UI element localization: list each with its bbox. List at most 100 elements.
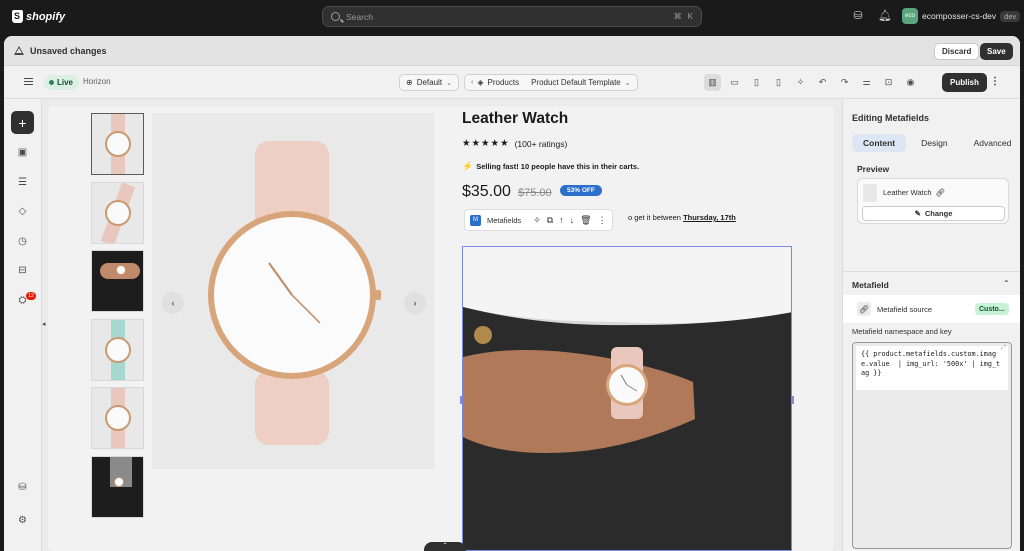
tablet-view-icon[interactable]: ▯ [748,74,765,91]
page-selector[interactable]: ‹ ◈ Products Product Default Template ⌄ [464,74,638,91]
chevron-down-icon: ⌄ [624,79,631,87]
watch-shape [104,405,131,431]
products-icon: ◈ [477,78,484,87]
thumbnail-2[interactable] [91,181,144,244]
redo-icon[interactable]: ↷ [836,74,853,91]
metafield-image-block[interactable] [462,246,792,551]
chevron-down-icon: ⌄ [446,79,452,87]
resize-handle-right[interactable] [791,396,794,404]
mobile-view-icon[interactable]: ▯ [770,74,787,91]
bottom-drawer-toggle[interactable]: ⌃ [424,542,466,551]
more-vertical-icon[interactable]: ⋮ [598,215,607,226]
watch-illustration [208,141,381,445]
thumbnail-5[interactable] [91,387,144,449]
sections-icon[interactable]: ▣ [16,146,29,159]
resize-handle-left[interactable] [460,396,463,404]
thumbnail-4[interactable] [91,318,144,381]
code-text[interactable]: {{ product.metafields.custom.image.value… [856,346,1008,390]
magic-icon[interactable]: ✧ [792,74,809,91]
duplicate-icon[interactable]: ⧉ [547,215,553,226]
search-icon [331,12,340,21]
add-section-button[interactable]: + [11,111,34,134]
block-toolbar-label: Metafields [487,215,522,225]
template-selector[interactable]: ⊕ Default ⌄ [399,74,459,91]
move-down-icon[interactable]: ↓ [570,215,575,226]
pencil-icon: ✎ [914,209,921,218]
shipping-text: o get it between [628,213,681,222]
sidebar-toggle-icon[interactable]: ▥ [704,74,721,91]
watch-shape [116,265,126,275]
env-badge: dev [1000,10,1021,22]
preview-card: Leather Watch 🔗︎ ✎ Change [857,178,1009,224]
preview-section-label: Preview [857,164,890,174]
shipping-date: Thursday, 17th [683,213,736,222]
link-icon: 🔗︎ [935,188,946,197]
bell-icon[interactable]: 🔔︎ [878,10,892,22]
store-db-icon[interactable]: ⛁ [16,481,29,494]
library-icon[interactable]: ⊟ [16,264,29,277]
rating: ★★★★★ (100+ ratings) [462,138,567,149]
layers-icon[interactable]: ◇ [16,205,29,218]
shopify-topbar: shopify Search ⌘ K ⛁ 🔔︎ eco ecomposser-c… [0,0,1024,33]
preview-product-name: Leather Watch [883,188,932,197]
metafield-source-row[interactable]: 🔗︎ Metafield source Custo... [843,295,1020,323]
unsaved-changes-bar: Unsaved changes [4,36,1020,66]
apps-icon[interactable]: ⛭ [16,294,29,307]
desktop-view-icon[interactable]: ▭ [726,74,743,91]
shopify-logo[interactable]: shopify [12,8,65,25]
history-clock-icon[interactable]: ◷ [16,235,29,248]
watch-shape [114,476,124,487]
more-options-icon[interactable]: ⋮ [990,76,1000,87]
urgency-text: Selling fast! 10 people have this in the… [476,162,640,171]
k-key: K [687,12,693,21]
tab-advanced[interactable]: Advanced [963,134,1020,152]
compare-at-price: $75.00 [518,187,552,199]
chevron-up-icon[interactable]: ⌃ [1003,279,1010,288]
change-button[interactable]: ✎ Change [862,206,1005,221]
live-status-badge: Live [44,75,80,90]
tab-design[interactable]: Design [910,134,958,152]
block-toolbar: M Metafields ✧ ⧉ ↑ ↓ 🗑︎ ⋮ [464,209,613,231]
settings-sliders-icon[interactable]: ⚌ [858,74,875,91]
next-image-button[interactable]: › [404,292,426,314]
metafield-block-icon: M [470,214,481,226]
delete-icon[interactable]: 🗑︎ [580,215,591,226]
urgency-message: ⚡ Selling fast! 10 people have this in t… [462,161,639,172]
lightning-icon: ⚡ [462,161,474,171]
account-menu[interactable]: eco ecomposser-cs-dev dev [902,8,1021,24]
move-up-icon[interactable]: ↑ [559,215,564,226]
product-price: $35.00 [462,183,511,200]
publish-button[interactable]: Publish [942,73,987,92]
thumbnail-1[interactable] [91,113,144,175]
editor-frame: Unsaved changes Discard Save Live Horizo… [4,36,1020,551]
discard-button[interactable]: Discard [934,43,980,60]
expand-icon[interactable]: ⤢ [1001,345,1006,352]
gear-icon[interactable]: ⚙ [16,514,29,527]
thumbnail-list [91,113,147,524]
watch-shape [104,199,131,226]
panel-title: Editing Metafields [852,113,930,123]
namespace-code-editor[interactable]: {{ product.metafields.custom.image.value… [852,342,1012,549]
menu-icon[interactable] [24,78,33,85]
search-bar[interactable]: Search ⌘ K [322,6,702,27]
thumbnail-3[interactable] [91,250,144,312]
thumbnail-6[interactable] [91,455,144,518]
tab-content[interactable]: Content [852,134,907,152]
collapse-rail-icon[interactable]: ◂ [42,320,46,330]
prev-image-button[interactable]: ‹ [162,292,184,314]
star-rating-icon: ★★★★★ [462,138,510,149]
link-icon: 🔗︎ [857,302,871,316]
template-selector-label: Default [416,78,443,87]
store-icon[interactable]: ⛁ [852,10,864,22]
left-rail: + ▣ ☰ ◇ ◷ ⊟ 12 ⛭ ⛁ ⚙ [4,99,42,551]
undo-icon[interactable]: ↶ [814,74,831,91]
preview-eye-icon[interactable]: ◉ [902,74,919,91]
save-button[interactable]: Save [980,43,1013,60]
ai-icon[interactable]: ✧ [533,215,541,226]
view-tools: ▥ ▭ ▯ ▯ ✧ ↶ ↷ ⚌ ⊡ ◉ [704,74,919,91]
layers-list-icon[interactable]: ☰ [16,176,29,189]
inspect-icon[interactable]: ⊡ [880,74,897,91]
watch-shape [104,131,131,157]
watch-shape [104,336,131,363]
settings-panel: Editing Metafields Content Design Advanc… [842,99,1020,551]
